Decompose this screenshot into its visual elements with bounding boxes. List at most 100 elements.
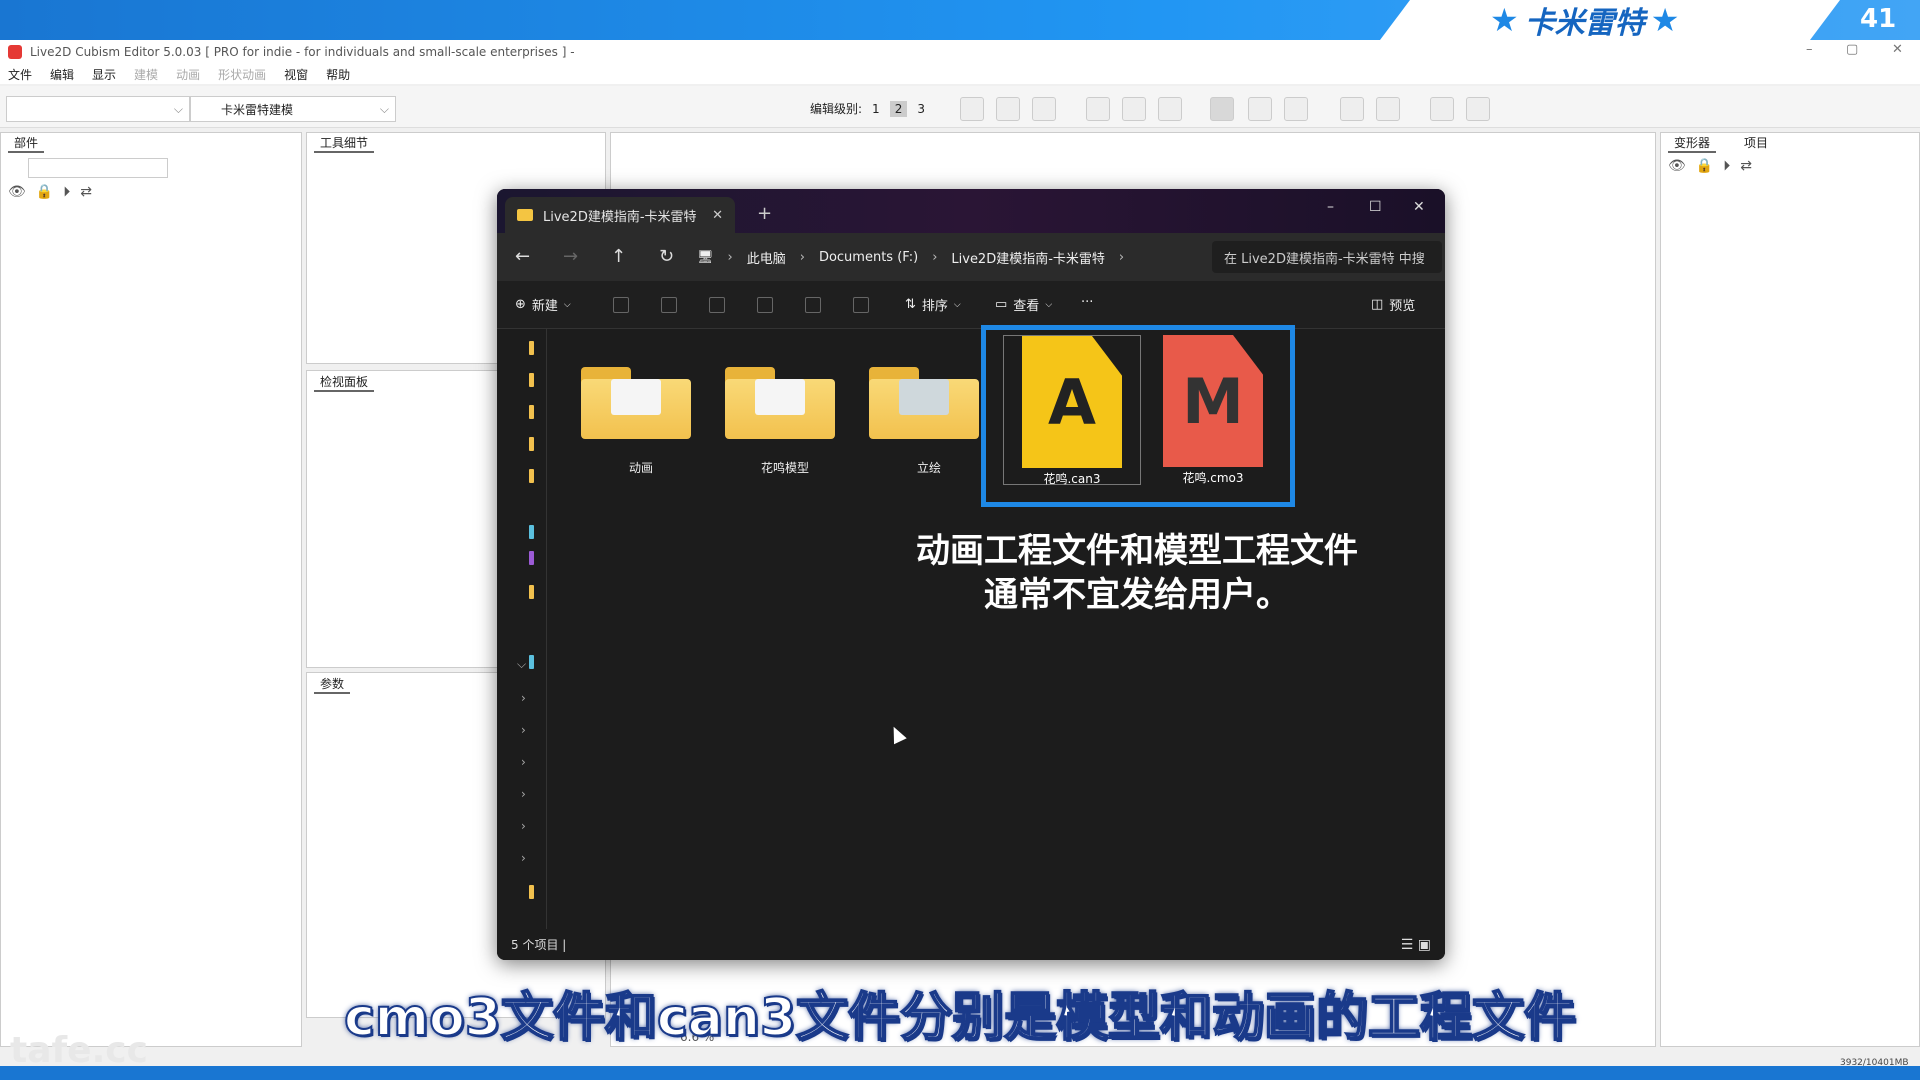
note-line-2: 通常不宜发给用户。 (984, 575, 1290, 615)
quick-access-icon[interactable] (529, 437, 534, 451)
menu-modeling[interactable]: 建模 (134, 66, 158, 83)
breadcrumb-folder[interactable]: Live2D建模指南-卡米雷特 (951, 248, 1105, 267)
tool-icon[interactable] (1284, 97, 1308, 121)
quick-access-icon[interactable] (529, 373, 534, 387)
chevron-right-icon[interactable]: › (521, 787, 526, 801)
cut-icon[interactable] (613, 297, 629, 313)
chevron-right-icon[interactable]: › (521, 723, 526, 737)
tool-icon[interactable] (996, 97, 1020, 121)
file-item-can3[interactable]: A 花鸣.can3 (1003, 335, 1141, 486)
workspace-dropdown[interactable]: 卡米雷特建模 ⌵ (190, 96, 396, 122)
quick-access-icon[interactable] (529, 341, 534, 355)
new-button[interactable]: ⊕ 新建 ⌵ (515, 295, 571, 314)
minimize-button[interactable]: – (1327, 199, 1334, 215)
bottom-banner (0, 1066, 1920, 1080)
copy-icon[interactable] (661, 297, 677, 313)
chevron-down-icon: ⌵ (173, 101, 183, 116)
document-icon (611, 379, 661, 415)
tool-icon[interactable] (960, 97, 984, 121)
tool-icon[interactable] (1376, 97, 1400, 121)
view-button[interactable]: ▭ 查看 ⌵ (995, 295, 1052, 314)
menu-animation[interactable]: 动画 (176, 66, 200, 83)
maximize-button[interactable]: ▢ (1846, 42, 1858, 57)
menu-file[interactable]: 文件 (8, 66, 32, 83)
breadcrumb-this-pc[interactable]: 此电脑 (747, 248, 786, 267)
select-tool-icon[interactable] (1210, 97, 1234, 121)
tool-icon[interactable] (1122, 97, 1146, 121)
tab-parts[interactable]: 部件 (8, 134, 45, 153)
tab-tool-detail[interactable]: 工具细节 (314, 134, 375, 153)
tool-icon[interactable] (1340, 97, 1364, 121)
close-button[interactable]: ✕ (1413, 199, 1425, 215)
file-item-cmo3[interactable]: M 花鸣.cmo3 (1145, 335, 1281, 485)
close-button[interactable]: ✕ (1892, 42, 1903, 57)
quick-access-icon[interactable] (529, 585, 534, 599)
tab-inspector[interactable]: 检视面板 (314, 373, 375, 392)
drive-icon[interactable] (529, 655, 534, 669)
quick-access-icon[interactable] (529, 405, 534, 419)
quick-access-icon[interactable] (529, 551, 534, 565)
close-tab-icon[interactable]: ✕ (712, 208, 723, 223)
play-icon[interactable]: ⏵ (1723, 158, 1730, 174)
view-toggle-icon[interactable]: ☰ ▣ (1401, 937, 1431, 953)
explorer-tab[interactable]: Live2D建模指南-卡米雷特 ✕ (505, 197, 735, 233)
preview-button[interactable]: ◫ 预览 (1371, 295, 1415, 314)
more-options-button[interactable]: ··· (1081, 295, 1093, 310)
sort-button[interactable]: ⇅ 排序 ⌵ (905, 295, 961, 314)
menu-help[interactable]: 帮助 (326, 66, 350, 83)
quick-access-icon[interactable] (529, 525, 534, 539)
tool-icon[interactable] (1086, 97, 1110, 121)
quick-access-icon[interactable] (529, 469, 534, 483)
eye-icon[interactable]: 👁 (1668, 158, 1686, 174)
address-bar[interactable]: 🖥 › 此电脑 › Documents (F:) › Live2D建模指南-卡米… (697, 241, 1197, 273)
chevron-right-icon[interactable]: › (521, 755, 526, 769)
back-arrow-icon[interactable]: ← (515, 246, 530, 267)
forward-arrow-icon[interactable]: → (563, 246, 578, 267)
new-tab-button[interactable]: + (757, 203, 772, 224)
edit-level-3[interactable]: 3 (917, 102, 925, 116)
pen-tool-icon[interactable] (1430, 97, 1454, 121)
rename-icon[interactable] (757, 297, 773, 313)
maximize-button[interactable]: ☐ (1369, 199, 1382, 215)
empty-dropdown[interactable]: ⌵ (6, 96, 190, 122)
parts-visibility-row: 👁 🔒 ⏵ ⇄ (8, 184, 92, 200)
minimize-button[interactable]: – (1806, 42, 1813, 57)
breadcrumb-drive[interactable]: Documents (F:) (819, 250, 918, 265)
menu-form-animation[interactable]: 形状动画 (218, 66, 266, 83)
menu-window[interactable]: 视窗 (284, 66, 308, 83)
menu-view[interactable]: 显示 (92, 66, 116, 83)
tab-params[interactable]: 参数 (314, 675, 351, 694)
folder-icon[interactable] (529, 885, 534, 899)
brand-logo: ★ 卡米雷特 ★ (1490, 1, 1679, 41)
chevron-down-icon[interactable]: ⌵ (517, 657, 526, 672)
chevron-down-icon: ⌵ (563, 299, 571, 310)
share-icon[interactable] (805, 297, 821, 313)
tab-project[interactable]: 项目 (1738, 134, 1774, 151)
swap-icon[interactable]: ⇄ (80, 184, 92, 200)
eye-icon[interactable]: 👁 (8, 184, 26, 200)
chevron-right-icon[interactable]: › (521, 851, 526, 865)
tool-icon[interactable] (1466, 97, 1490, 121)
play-icon[interactable]: ⏵ (63, 184, 70, 200)
chevron-right-icon[interactable]: › (521, 691, 526, 705)
paste-icon[interactable] (709, 297, 725, 313)
menu-edit[interactable]: 编辑 (50, 66, 74, 83)
search-input[interactable]: 在 Live2D建模指南-卡米雷特 中搜 (1212, 241, 1442, 273)
delete-icon[interactable] (853, 297, 869, 313)
parts-search-input[interactable] (28, 158, 168, 178)
lock-icon[interactable]: 🔒 (1696, 158, 1713, 174)
tool-icon[interactable] (1032, 97, 1056, 121)
refresh-icon[interactable]: ↻ (659, 246, 674, 267)
edit-level-2[interactable]: 2 (889, 100, 908, 117)
chevron-right-icon[interactable]: › (521, 819, 526, 833)
lasso-tool-icon[interactable] (1248, 97, 1272, 121)
swap-icon[interactable]: ⇄ (1740, 158, 1752, 174)
lock-icon[interactable]: 🔒 (36, 184, 53, 200)
tab-deformer[interactable]: 变形器 (1668, 134, 1717, 153)
tool-icon[interactable] (1158, 97, 1182, 121)
edit-level-1[interactable]: 1 (872, 102, 880, 116)
navigation-pane: ⌵ › › › › › › (497, 329, 547, 929)
menu-bar: 文件 编辑 显示 建模 动画 形状动画 视窗 帮助 (0, 64, 1920, 84)
file-name: 花鸣.cmo3 (1182, 471, 1244, 485)
up-arrow-icon[interactable]: ↑ (611, 246, 626, 267)
